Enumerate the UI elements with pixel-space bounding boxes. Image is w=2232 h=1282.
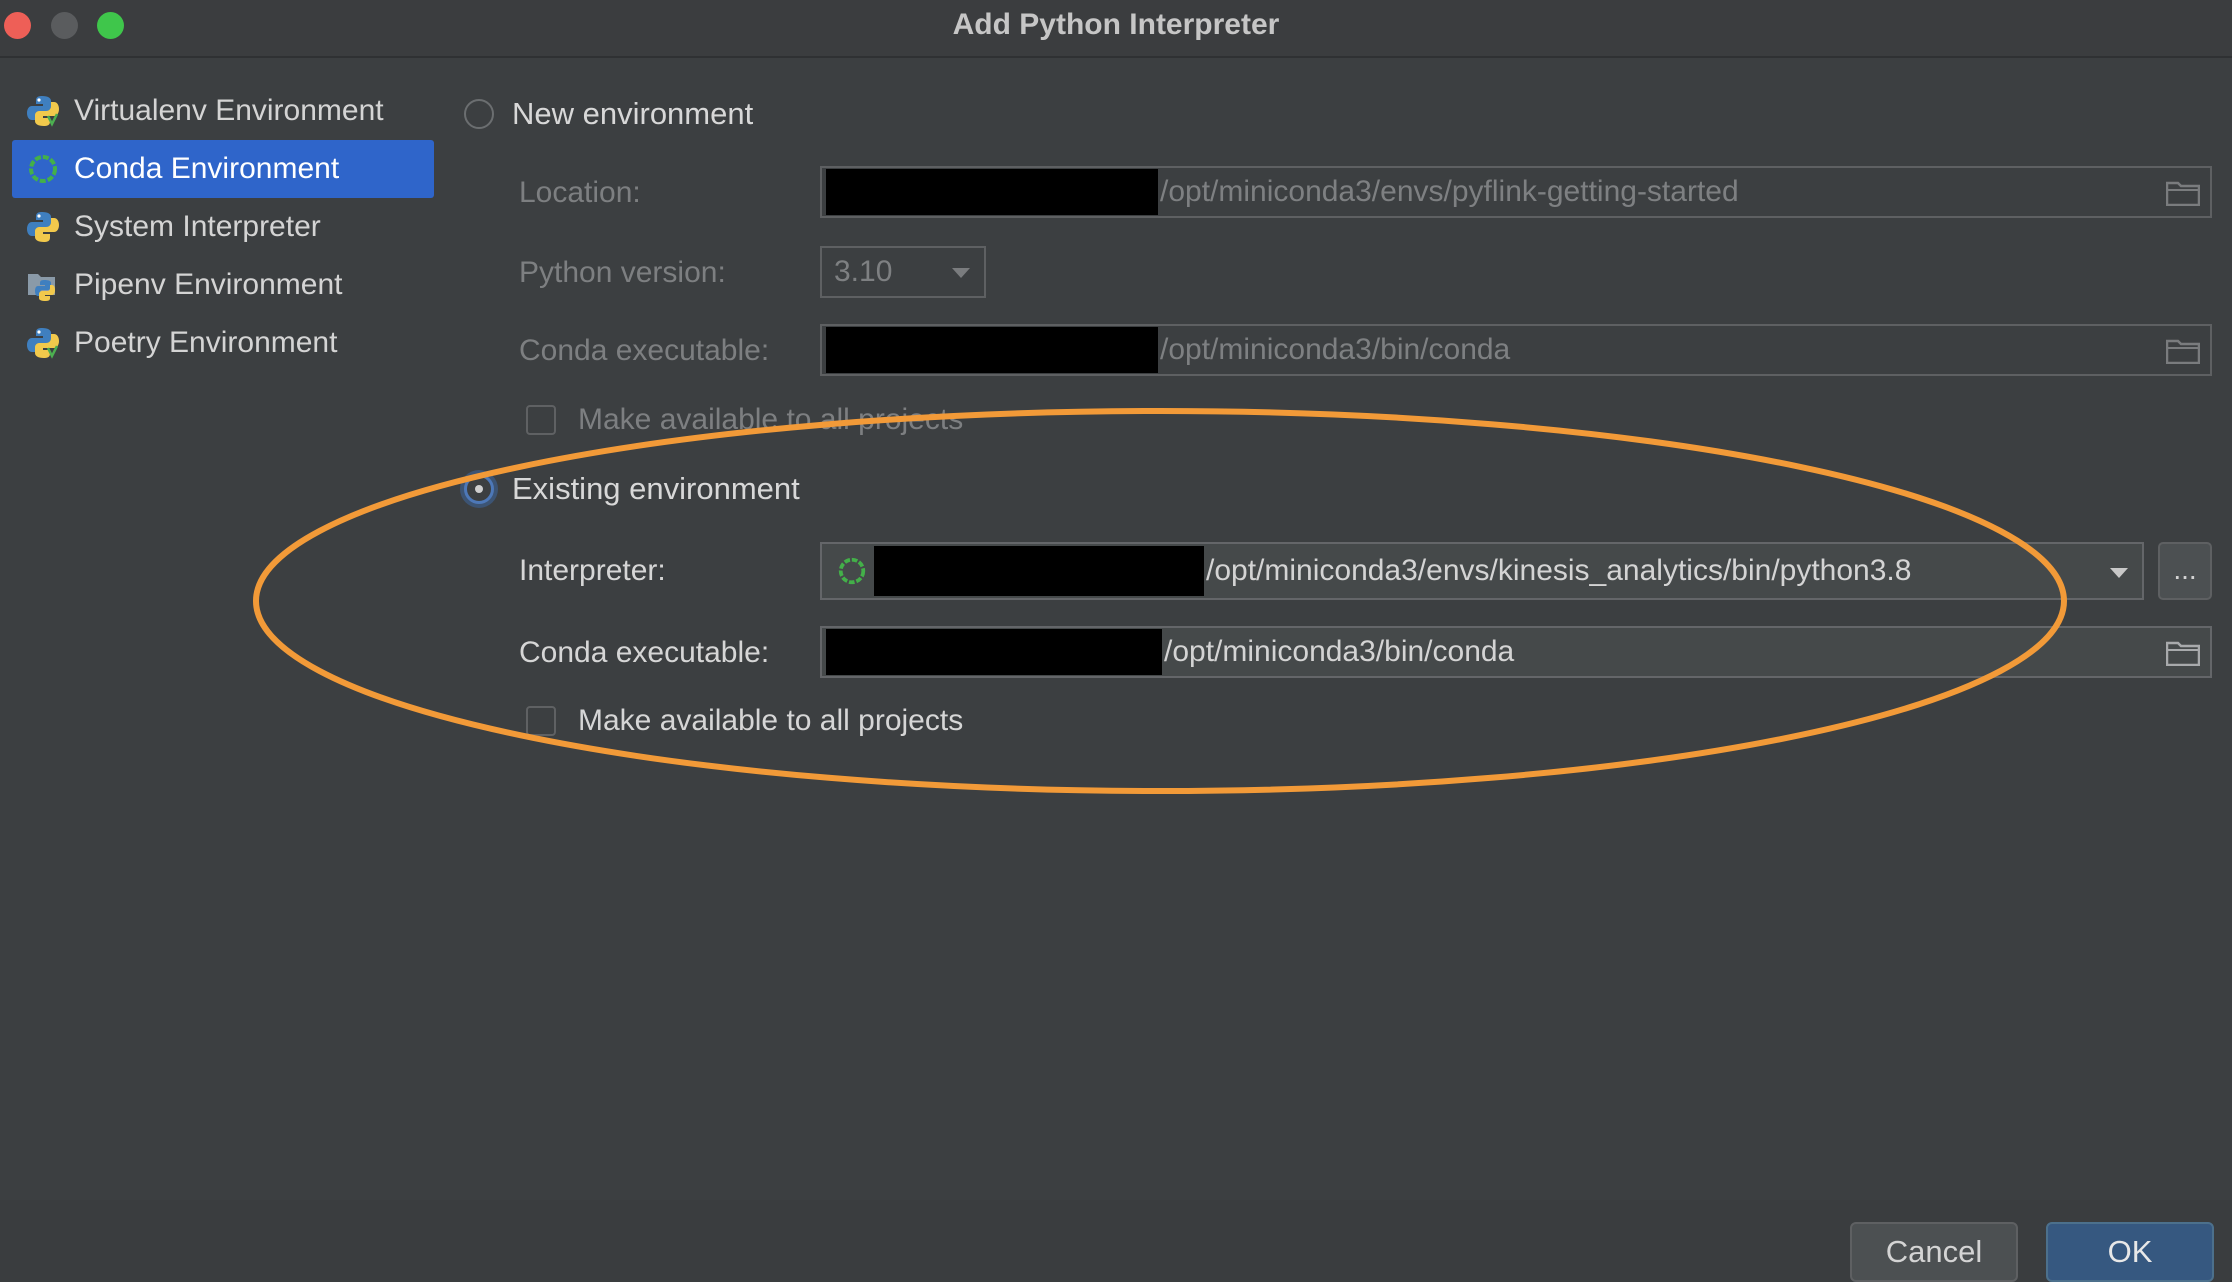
- python-icon: [27, 212, 59, 242]
- redacted-path-prefix: [826, 169, 1158, 215]
- folder-icon[interactable]: [2166, 640, 2200, 666]
- environment-type-list: Virtualenv Environment Conda Environment…: [12, 82, 434, 372]
- location-value: /opt/miniconda3/envs/pyflink-getting-sta…: [1160, 175, 1739, 208]
- cancel-button[interactable]: Cancel: [1850, 1222, 2018, 1282]
- highlight-ellipse: [253, 408, 2067, 794]
- make-available-label-existing: Make available to all projects: [578, 704, 964, 737]
- browse-interpreter-button[interactable]: ...: [2158, 542, 2212, 600]
- sidebar-item-conda[interactable]: Conda Environment: [12, 140, 434, 198]
- dialog-window: Add Python Interpreter Virtualenv Enviro…: [0, 0, 2232, 1282]
- new-environment-radio[interactable]: [464, 99, 494, 129]
- conda-executable-label-existing: Conda executable:: [519, 636, 770, 669]
- sidebar-item-label: Conda Environment: [74, 152, 340, 185]
- location-field[interactable]: /opt/miniconda3/envs/pyflink-getting-sta…: [820, 166, 2212, 218]
- new-environment-radio-row[interactable]: New environment: [464, 96, 753, 132]
- chevron-down-icon[interactable]: [2110, 568, 2128, 578]
- folder-icon[interactable]: [2166, 338, 2200, 364]
- existing-environment-radio-row[interactable]: Existing environment: [464, 471, 800, 507]
- ok-button[interactable]: OK: [2046, 1222, 2214, 1282]
- conda-executable-field-new[interactable]: /opt/miniconda3/bin/conda: [820, 324, 2212, 376]
- pipenv-icon: [28, 274, 55, 301]
- sidebar-item-system-interpreter[interactable]: System Interpreter: [12, 198, 434, 256]
- python-icon: [27, 96, 59, 127]
- sidebar-item-label: Virtualenv Environment: [74, 94, 384, 127]
- make-available-checkbox-new[interactable]: [526, 405, 556, 435]
- folder-icon[interactable]: [2166, 180, 2200, 206]
- redacted-path-prefix: [826, 629, 1162, 675]
- conda-executable-field-existing[interactable]: /opt/miniconda3/bin/conda: [820, 626, 2212, 678]
- chevron-down-icon: [952, 268, 970, 278]
- new-environment-label: New environment: [512, 96, 754, 131]
- interpreter-value: /opt/miniconda3/envs/kinesis_analytics/b…: [1206, 554, 1912, 587]
- conda-executable-value-new: /opt/miniconda3/bin/conda: [1160, 333, 1511, 366]
- make-available-row-existing[interactable]: Make available to all projects: [526, 704, 963, 738]
- location-label: Location:: [519, 176, 641, 209]
- redacted-path-prefix: [874, 546, 1204, 596]
- make-available-checkbox-existing[interactable]: [526, 706, 556, 736]
- interpreter-label: Interpreter:: [519, 554, 666, 587]
- sidebar-item-label: System Interpreter: [74, 210, 321, 243]
- conda-icon: [838, 557, 866, 585]
- interpreter-combobox[interactable]: /opt/miniconda3/envs/kinesis_analytics/b…: [820, 542, 2144, 600]
- title-bar: Add Python Interpreter: [0, 0, 2232, 58]
- sidebar-item-poetry[interactable]: Poetry Environment: [12, 314, 434, 372]
- sidebar-item-label: Pipenv Environment: [74, 268, 343, 301]
- conda-executable-label-new: Conda executable:: [519, 334, 770, 367]
- make-available-row-new[interactable]: Make available to all projects: [526, 403, 963, 437]
- python-version-value: 3.10: [834, 255, 893, 288]
- sidebar-item-virtualenv[interactable]: Virtualenv Environment: [12, 82, 434, 140]
- conda-executable-value-existing: /opt/miniconda3/bin/conda: [1164, 635, 1515, 668]
- make-available-label-new: Make available to all projects: [578, 403, 964, 436]
- redacted-path-prefix: [826, 327, 1158, 373]
- window-title: Add Python Interpreter: [952, 8, 1280, 41]
- python-version-label: Python version:: [519, 256, 726, 289]
- existing-environment-label: Existing environment: [512, 471, 800, 506]
- sidebar-item-pipenv[interactable]: Pipenv Environment: [12, 256, 434, 314]
- poetry-icon: [27, 328, 59, 359]
- sidebar-item-label: Poetry Environment: [74, 326, 338, 359]
- python-version-select[interactable]: 3.10: [820, 246, 986, 298]
- conda-icon: [29, 155, 57, 183]
- existing-environment-radio[interactable]: [464, 474, 494, 504]
